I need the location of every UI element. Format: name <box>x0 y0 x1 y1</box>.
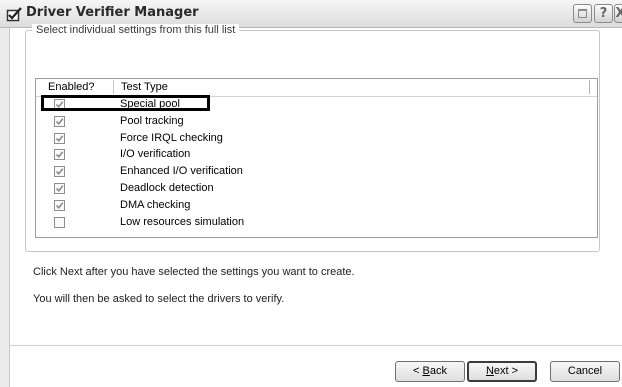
check-mark-icon <box>55 118 64 125</box>
minimize-button[interactable] <box>573 4 592 23</box>
check-mark-icon <box>55 202 64 209</box>
test-type-label: Low resources simulation <box>120 215 245 228</box>
back-button[interactable]: < Back <box>395 361 465 382</box>
list-item[interactable]: DMA checking <box>36 197 597 214</box>
check-mark-icon <box>55 185 64 193</box>
enabled-checkbox[interactable] <box>54 115 65 127</box>
test-type-label: Pool tracking <box>120 114 184 127</box>
cancel-button[interactable]: Cancel <box>550 361 620 382</box>
back-button-accelerator: B <box>422 365 430 377</box>
list-item[interactable]: Pool tracking <box>36 113 597 130</box>
column-divider[interactable] <box>589 80 590 94</box>
enabled-checkbox[interactable] <box>54 216 65 228</box>
list-item[interactable]: I/O verification <box>36 146 597 163</box>
group-legend: Select individual settings from this ful… <box>32 24 240 36</box>
back-button-prefix: < <box>413 365 423 377</box>
back-button-rest: ack <box>429 365 447 377</box>
column-header-test-type[interactable]: Test Type <box>121 81 168 93</box>
help-button[interactable]: ? <box>594 4 613 23</box>
check-mark-icon <box>55 168 64 176</box>
minimize-icon <box>578 9 587 18</box>
instruction-line-1: Click Next after you have selected the s… <box>33 266 355 278</box>
list-item[interactable]: Force IRQL checking <box>36 130 597 147</box>
test-type-label: DMA checking <box>120 198 191 211</box>
test-type-label: I/O verification <box>120 148 191 161</box>
enabled-checkbox[interactable] <box>54 183 65 194</box>
list-item[interactable]: Enhanced I/O verification <box>36 163 597 180</box>
enabled-checkbox[interactable] <box>54 199 65 211</box>
test-type-label: Deadlock detection <box>120 182 214 194</box>
close-icon: X <box>615 6 622 21</box>
footer-divider <box>9 345 622 346</box>
checked-box-icon <box>6 6 22 22</box>
next-button-rest: ext > <box>493 365 519 377</box>
enabled-checkbox[interactable] <box>54 132 65 144</box>
list-item[interactable]: Low resources simulation <box>36 214 597 231</box>
next-button[interactable]: Next > <box>467 361 537 382</box>
enabled-checkbox[interactable] <box>54 166 65 178</box>
check-mark-icon <box>55 134 64 142</box>
test-type-label: Enhanced I/O verification <box>120 165 243 178</box>
list-item[interactable]: Deadlock detection <box>36 180 597 197</box>
instruction-line-2: You will then be asked to select the dri… <box>33 293 285 305</box>
dialog-window: Driver Verifier Manager ? X Select indiv… <box>0 0 622 387</box>
close-button[interactable]: X <box>614 4 622 23</box>
highlight-annotation <box>41 95 210 111</box>
help-icon: ? <box>599 6 608 21</box>
enabled-checkbox[interactable] <box>54 149 65 161</box>
test-type-label: Force IRQL checking <box>120 131 223 144</box>
window-title: Driver Verifier Manager <box>26 5 199 20</box>
next-button-accelerator: N <box>485 365 494 377</box>
check-mark-icon <box>55 151 64 159</box>
column-divider[interactable] <box>113 80 114 94</box>
column-header-enabled[interactable]: Enabled? <box>48 81 95 93</box>
